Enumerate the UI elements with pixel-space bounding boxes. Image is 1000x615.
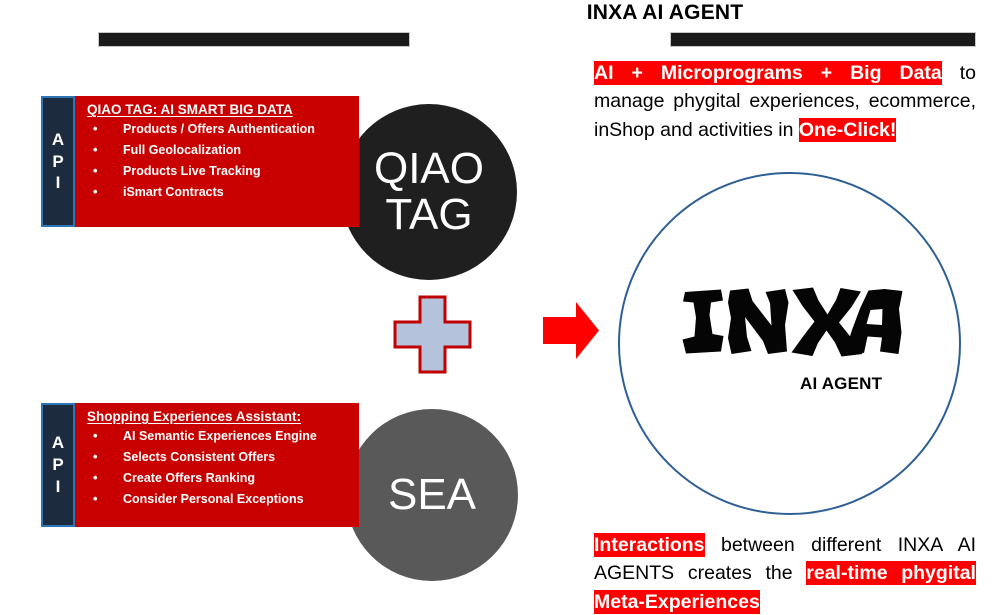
api-letter-p: P [52,455,64,475]
list-item: Selects Consistent Offers [85,446,351,468]
description-paragraph-top: AI + Microprograms + Big Data to manage … [594,59,976,144]
list-item: Full Geolocalization [85,139,351,161]
circle-badge-sea-text: SEA [388,470,476,520]
divider-rule-left [98,32,410,47]
circle-label-line1: SEA [387,470,477,519]
inxa-logo-subtitle: AI AGENT [800,374,883,393]
panel-heading-sea: Shopping Experiences Assistant: [87,409,302,424]
circle-label-line1: QIAO [373,143,485,193]
page-title: INXA AI AGENT [586,1,744,24]
api-letter-a: A [51,433,65,453]
feature-panel-qiao-tag: QIAO TAG: AI SMART BIG DATA Products / O… [75,96,359,227]
inxa-wordmark-logo [678,286,903,358]
circle-badge-qiao-tag-text: QIAO TAG [373,143,485,239]
plus-icon [393,295,472,374]
feature-panel-sea: Shopping Experiences Assistant: AI Seman… [75,403,359,527]
list-item: Consider Personal Exceptions [85,488,351,510]
panel-heading-qiao-tag: QIAO TAG: AI SMART BIG DATA [87,102,293,117]
circle-badge-sea[interactable]: SEA [346,409,518,581]
list-item: Create Offers Ranking [85,467,351,489]
api-tab-sea[interactable]: A P I [41,403,75,527]
feature-list-sea: AI Semantic Experiences Engine Selects C… [85,425,351,510]
highlight-text: One-Click! [798,117,897,142]
list-item: AI Semantic Experiences Engine [85,425,351,447]
list-item: Products / Offers Authentication [85,118,351,140]
highlight-text: AI + Microprograms + Big Data [594,61,942,85]
slide-canvas: INXA AI AGENT QIAO TAG A P I QIAO TAG: A… [0,0,1000,615]
list-item: Products Live Tracking [85,160,351,182]
description-paragraph-bottom: Interactions between different INXA AI A… [594,531,976,615]
highlight-text: Interactions [594,533,705,557]
api-letter-i: I [55,173,61,193]
list-item: iSmart Contracts [85,181,351,203]
api-tab-qiao-tag[interactable]: A P I [41,96,75,227]
feature-block-qiao-tag: A P I QIAO TAG: AI SMART BIG DATA Produc… [41,96,359,227]
api-letter-a: A [51,129,65,149]
divider-rule-right [670,32,976,47]
api-letter-i: I [55,476,61,496]
circle-label-line2: TAG [385,190,473,239]
feature-block-sea: A P I Shopping Experiences Assistant: AI… [41,403,359,527]
right-arrow-icon [543,302,599,359]
feature-list-qiao-tag: Products / Offers Authentication Full Ge… [85,118,351,203]
circle-badge-qiao-tag[interactable]: QIAO TAG [341,104,517,280]
api-letter-p: P [52,151,64,171]
